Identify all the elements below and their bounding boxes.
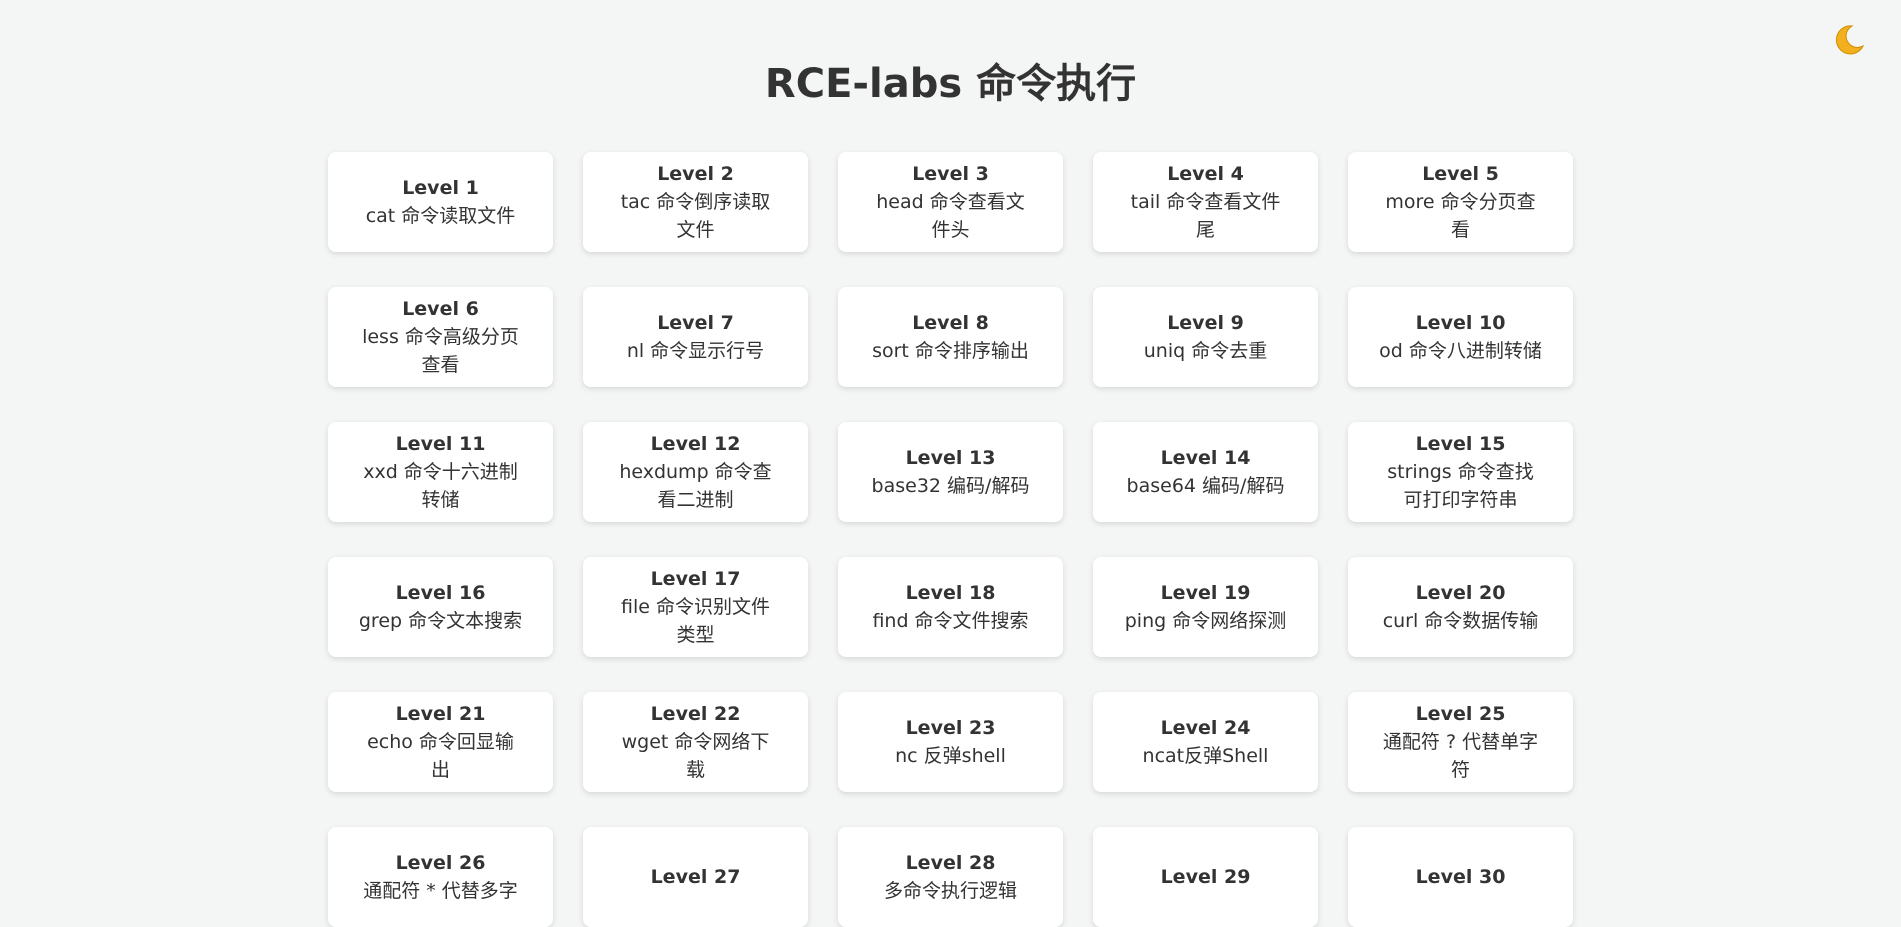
level-card[interactable]: Level 10 od 命令八进制转储	[1348, 287, 1573, 387]
level-number: Level 12	[650, 432, 741, 455]
level-card[interactable]: Level 21 echo 命令回显输出	[328, 692, 553, 792]
level-grid: Level 1 cat 命令读取文件 Level 2 tac 命令倒序读取文件 Leve…	[328, 152, 1573, 927]
level-number: Level 2	[657, 162, 734, 185]
level-card[interactable]: Level 28 多命令执行逻辑	[838, 827, 1063, 927]
level-description: head 命令查看文件头	[876, 190, 1025, 241]
level-number: Level 25	[1415, 702, 1506, 725]
level-description: tac 命令倒序读取文件	[620, 190, 771, 241]
level-description: base32 编码/解码	[871, 474, 1030, 497]
level-description: 通配符 ? 代替单字符	[1382, 730, 1539, 781]
level-card[interactable]: Level 9 uniq 命令去重	[1093, 287, 1318, 387]
level-number: Level 10	[1415, 311, 1506, 334]
level-description: 多命令执行逻辑	[883, 879, 1017, 902]
level-card[interactable]: Level 30	[1348, 827, 1573, 927]
level-card[interactable]: Level 1 cat 命令读取文件	[328, 152, 553, 252]
level-number: Level 22	[650, 702, 741, 725]
level-card[interactable]: Level 19 ping 命令网络探测	[1093, 557, 1318, 657]
level-card[interactable]: Level 22 wget 命令网络下载	[583, 692, 808, 792]
level-card[interactable]: Level 24 ncat反弹Shell	[1093, 692, 1318, 792]
level-description: sort 命令排序输出	[872, 339, 1029, 362]
level-card[interactable]: Level 25 通配符 ? 代替单字符	[1348, 692, 1573, 792]
level-description: less 命令高级分页查看	[362, 325, 519, 376]
level-description: tail 命令查看文件尾	[1130, 190, 1281, 241]
level-card[interactable]: Level 5 more 命令分页查看	[1348, 152, 1573, 252]
level-number: Level 24	[1160, 716, 1251, 739]
level-description: ping 命令网络探测	[1124, 609, 1287, 632]
level-description: nc 反弹shell	[895, 744, 1006, 767]
level-description: file 命令识别文件类型	[621, 595, 770, 646]
level-description: echo 命令回显输出	[367, 730, 514, 781]
page-title: RCE-labs 命令执行	[764, 61, 1137, 107]
level-card[interactable]: Level 29	[1093, 827, 1318, 927]
level-card[interactable]: Level 11 xxd 命令十六进制转储	[328, 422, 553, 522]
level-number: Level 28	[905, 851, 996, 874]
level-number: Level 7	[657, 311, 734, 334]
level-number: Level 29	[1160, 865, 1251, 888]
level-number: Level 14	[1160, 446, 1251, 469]
level-card[interactable]: Level 26 通配符 * 代替多字	[328, 827, 553, 927]
level-card[interactable]: Level 8 sort 命令排序输出	[838, 287, 1063, 387]
level-card[interactable]: Level 20 curl 命令数据传输	[1348, 557, 1573, 657]
level-description: strings 命令查找可打印字符串	[1387, 460, 1534, 511]
level-description: 通配符 * 代替多字	[363, 879, 518, 902]
level-number: Level 13	[905, 446, 996, 469]
level-description: find 命令文件搜索	[872, 609, 1029, 632]
level-number: Level 1	[402, 176, 479, 199]
level-number: Level 30	[1415, 865, 1506, 888]
level-number: Level 5	[1422, 162, 1499, 185]
level-card[interactable]: Level 6 less 命令高级分页查看	[328, 287, 553, 387]
level-number: Level 6	[402, 297, 479, 320]
level-description: grep 命令文本搜索	[358, 609, 523, 632]
level-number: Level 18	[905, 581, 996, 604]
level-card[interactable]: Level 23 nc 反弹shell	[838, 692, 1063, 792]
level-card[interactable]: Level 12 hexdump 命令查看二进制	[583, 422, 808, 522]
level-description: xxd 命令十六进制转储	[363, 460, 518, 511]
level-description: nl 命令显示行号	[626, 339, 765, 362]
level-card[interactable]: Level 14 base64 编码/解码	[1093, 422, 1318, 522]
level-card[interactable]: Level 16 grep 命令文本搜索	[328, 557, 553, 657]
level-number: Level 16	[395, 581, 486, 604]
level-number: Level 19	[1160, 581, 1251, 604]
level-number: Level 27	[650, 865, 741, 888]
level-number: Level 23	[905, 716, 996, 739]
level-number: Level 26	[395, 851, 486, 874]
level-number: Level 9	[1167, 311, 1244, 334]
level-number: Level 21	[395, 702, 486, 725]
level-number: Level 3	[912, 162, 989, 185]
level-description: curl 命令数据传输	[1382, 609, 1539, 632]
level-card[interactable]: Level 3 head 命令查看文件头	[838, 152, 1063, 252]
level-description: base64 编码/解码	[1126, 474, 1285, 497]
level-description: wget 命令网络下载	[621, 730, 770, 781]
level-number: Level 15	[1415, 432, 1506, 455]
level-card[interactable]: Level 7 nl 命令显示行号	[583, 287, 808, 387]
level-card[interactable]: Level 13 base32 编码/解码	[838, 422, 1063, 522]
level-description: ncat反弹Shell	[1142, 744, 1269, 767]
level-card[interactable]: Level 27	[583, 827, 808, 927]
level-description: uniq 命令去重	[1143, 339, 1268, 362]
level-number: Level 8	[912, 311, 989, 334]
level-description: od 命令八进制转储	[1379, 339, 1542, 362]
level-card[interactable]: Level 2 tac 命令倒序读取文件	[583, 152, 808, 252]
level-card[interactable]: Level 18 find 命令文件搜索	[838, 557, 1063, 657]
level-number: Level 20	[1415, 581, 1506, 604]
level-description: hexdump 命令查看二进制	[619, 460, 772, 511]
level-card[interactable]: Level 17 file 命令识别文件类型	[583, 557, 808, 657]
level-card[interactable]: Level 4 tail 命令查看文件尾	[1093, 152, 1318, 252]
level-card[interactable]: Level 15 strings 命令查找可打印字符串	[1348, 422, 1573, 522]
level-description: cat 命令读取文件	[365, 204, 516, 227]
level-description: more 命令分页查看	[1385, 190, 1536, 241]
level-number: Level 11	[395, 432, 486, 455]
level-number: Level 4	[1167, 162, 1244, 185]
level-number: Level 17	[650, 567, 741, 590]
